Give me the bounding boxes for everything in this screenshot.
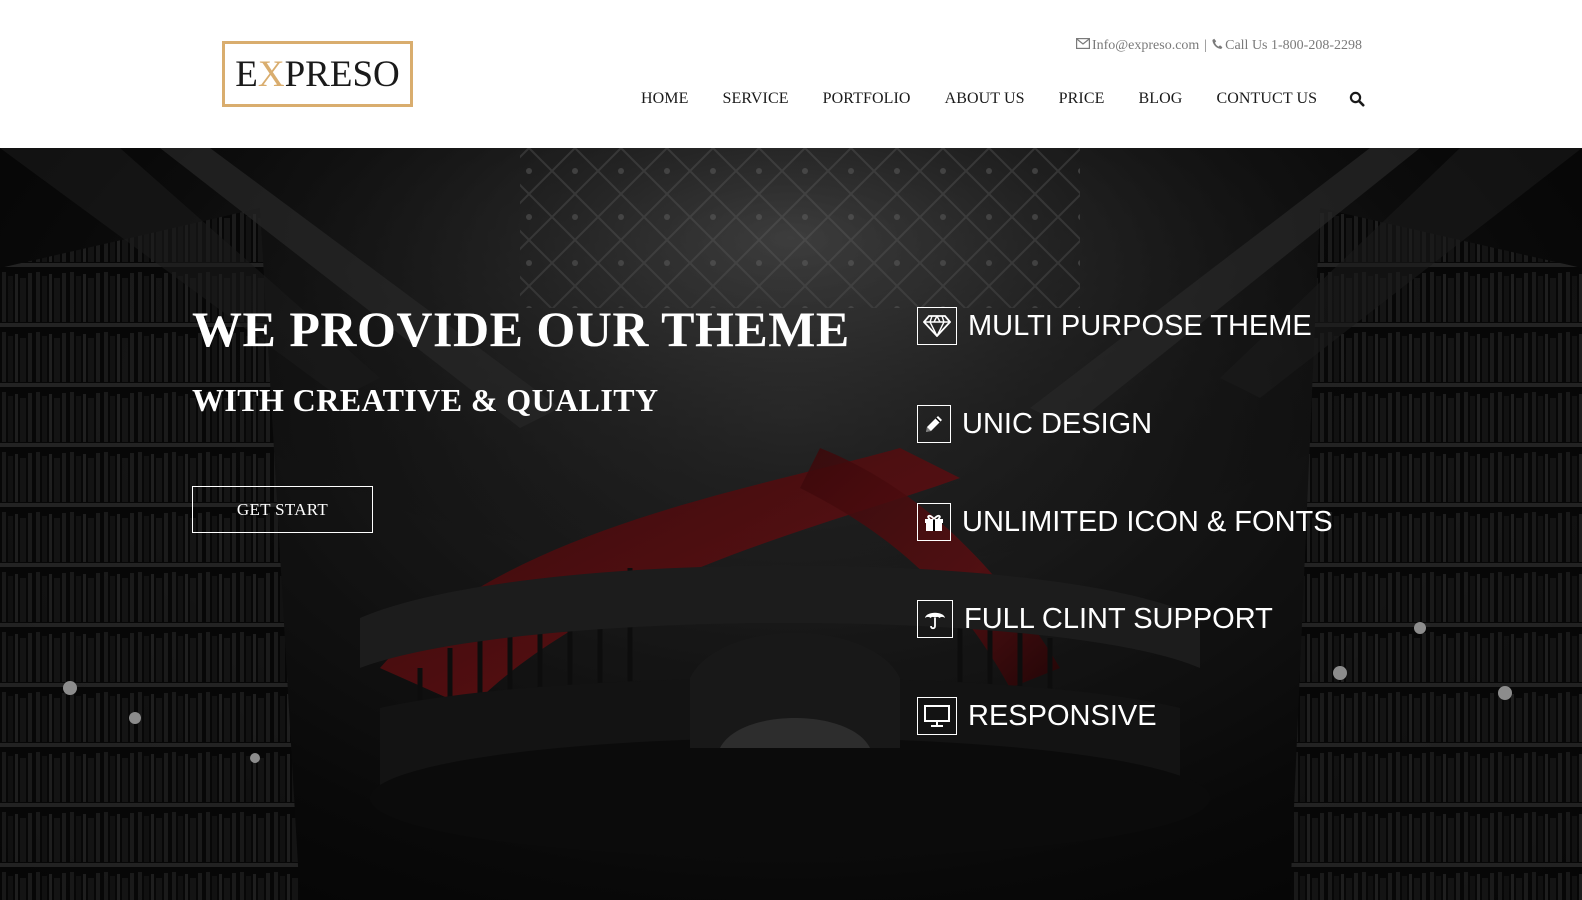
logo[interactable]: EXPRESO [222,41,413,107]
diamond-icon [917,307,957,345]
nav-price[interactable]: PRICE [1059,90,1105,108]
feature-item: MULTI PURPOSE THEME [917,306,1312,346]
feature-label: FULL CLINT SUPPORT [964,602,1273,635]
search-icon[interactable] [1349,91,1365,107]
feature-label: MULTI PURPOSE THEME [968,309,1312,342]
hero-subtitle: WITH CREATIVE & QUALITY [192,382,659,418]
nav-portfolio[interactable]: PORTFOLIO [823,90,911,108]
feature-item: UNIC DESIGN [917,404,1152,444]
contact-phone[interactable]: Call Us 1-800-208-2298 [1225,38,1362,54]
feature-item: FULL CLINT SUPPORT [917,599,1273,639]
nav-contact-us[interactable]: CONTUCT US [1216,90,1317,108]
nav-about-us[interactable]: ABOUT US [945,90,1025,108]
contact-bar: Info@expreso.com | Call Us 1-800-208-229… [1075,37,1362,55]
feature-label: UNLIMITED ICON & FONTS [962,505,1333,538]
get-start-button[interactable]: GET START [192,486,373,533]
logo-text: EXPRESO [235,53,400,95]
phone-icon [1212,38,1223,55]
nav-home[interactable]: HOME [641,90,689,108]
nav-blog[interactable]: BLOG [1138,90,1182,108]
main-nav: HOME SERVICE PORTFOLIO ABOUT US PRICE BL… [641,88,1317,110]
feature-label: RESPONSIVE [968,699,1157,732]
umbrella-icon [917,600,953,638]
pencil-icon [917,405,951,443]
hero-section: WE PROVIDE OUR THEME WITH CREATIVE & QUA… [0,148,1582,900]
contact-separator: | [1204,38,1208,53]
site-header: EXPRESO Info@expreso.com | Call Us 1-800… [0,0,1582,148]
hero-title: WE PROVIDE OUR THEME [192,301,850,357]
nav-service[interactable]: SERVICE [723,90,789,108]
gift-icon [917,503,951,541]
feature-item: UNLIMITED ICON & FONTS [917,502,1333,542]
feature-label: UNIC DESIGN [962,407,1153,440]
contact-email[interactable]: Info@expreso.com [1092,38,1199,54]
envelope-icon [1075,38,1090,54]
monitor-icon [917,697,957,735]
feature-item: RESPONSIVE [917,696,1157,736]
